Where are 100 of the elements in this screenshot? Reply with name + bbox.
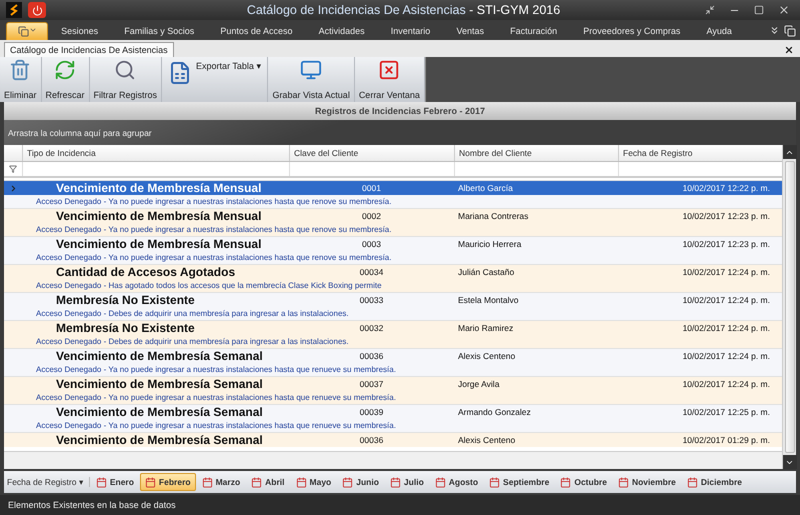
month-tab[interactable]: Mayo [290,473,336,491]
scroll-down-button[interactable] [782,455,796,469]
table-row[interactable]: Vencimiento de Membresía Semanal 00036 Alexis Centeno 10/02/2017 01:29 p. m. [4,432,782,447]
table-cell-text: 10/02/2017 12:24 p. m. [682,295,771,305]
row-description: Acceso Denegado - Ya no puede ingresar a nuestras instalaciones hasta que renueve su membresía. [35,420,397,432]
column-header[interactable]: Nombre del Cliente [454,145,618,161]
table-cell-text: Alberto García [457,183,514,193]
trash-icon [9,59,32,81]
table-cell-text: 0002 [361,211,382,221]
month-tab[interactable]: Agosto [430,473,484,491]
menu-item[interactable]: Puntos de Acceso [220,26,292,40]
table-cell-text: 00033 [358,295,384,305]
calendar-icon [434,476,446,488]
horizontal-scrollbar[interactable] [4,451,782,469]
calendar-icon [560,476,572,488]
table-row[interactable]: Membresía No Existente 00032 Mario Ramirez 10/02/2017 12:24 p. m. [4,320,782,335]
column-header[interactable]: Tipo de Incidencia [22,145,289,161]
app-menu-button[interactable] [6,22,48,40]
table-row[interactable]: Vencimiento de Membresía Mensual 0003 Mauricio Herrera 10/02/2017 12:23 p. m. [4,236,782,251]
menu-item[interactable]: Familias y Socios [124,26,194,40]
month-tab[interactable]: Octubre [555,473,612,491]
month-tab[interactable]: Enero [90,473,139,491]
month-tab[interactable]: Abril [246,473,290,491]
table-cell-text: Alexis Centeno [457,351,516,361]
app-logo-icon [6,2,22,18]
field-dropdown[interactable]: Fecha de Registro ▾ [7,477,90,487]
calendar-icon [390,476,401,488]
menu-item[interactable]: Facturación [510,26,558,40]
column-header[interactable]: Clave del Cliente [289,145,454,161]
table-cell-text: Vencimiento de Membresía Semanal [55,433,264,447]
menu-item[interactable]: Proveedores y Compras [583,26,680,40]
table-cell-text: Cantidad de Accesos Agotados [55,265,236,279]
menu-item[interactable]: Inventario [390,26,430,40]
table-cell-text: 0003 [361,239,382,249]
table-cell-text: Vencimiento de Membresía Mensual [55,237,262,251]
power-button[interactable] [28,2,46,18]
table-cell-text: Estela Montalvo [457,295,520,305]
table-cell-text: Vencimiento de Membresía Semanal [55,405,264,419]
row-description: Acceso Denegado - Ya no puede ingresar a nuestras instalaciones hasta que renove su membresía. [35,196,392,208]
scrollbar-thumb[interactable] [784,161,794,453]
table-row[interactable]: Vencimiento de Membresía Mensual 0001 Alberto García 10/02/2017 12:22 p. m. [4,180,782,195]
calendar-icon [202,476,213,488]
table-row[interactable]: Cantidad de Accesos Agotados 00034 Julián Castaño 10/02/2017 12:24 p. m. [4,264,782,279]
menu-item[interactable]: Actividades [318,26,365,40]
table-cell-text: 00036 [358,435,384,445]
row-description: Acceso Denegado - Ya no puede ingresar a nuestras instalaciones hasta que renove su membresía. [35,224,392,236]
calendar-icon [618,476,629,488]
month-tab[interactable]: Septiembre [484,473,554,491]
month-tab[interactable]: Diciembre [682,473,747,491]
magnifier-icon [114,59,136,81]
table-row[interactable]: Membresía No Existente 00033 Estela Montalvo 10/02/2017 12:24 p. m. [4,292,782,307]
month-tab[interactable]: Noviembre [612,473,681,491]
row-description: Acceso Denegado - Ya no puede ingresar a nuestras instalaciones hasta que renove su membresía. [35,252,392,264]
table-cell-text: Vencimiento de Membresía Semanal [55,377,264,391]
table-cell-text: Vencimiento de Membresía Mensual [55,209,262,223]
group-panel-hint: Arrastra la columna aquí para agrupar [4,120,796,145]
table-row[interactable]: Vencimiento de Membresía Semanal 00036 Alexis Centeno 10/02/2017 12:24 p. m. [4,348,782,363]
close-window-icon [378,59,400,81]
month-tab[interactable]: Marzo [196,473,246,491]
table-cell-text: 10/02/2017 12:24 p. m. [682,323,771,333]
scroll-up-button[interactable] [782,145,796,159]
windows-icon[interactable] [784,25,796,37]
calendar-icon [686,476,698,488]
monitor-icon [300,59,322,81]
table-cell-text: Membresía No Existente [55,321,196,335]
menu-item[interactable]: Ayuda [706,26,732,40]
table-cell-text: Jorge Avila [457,379,500,389]
table-cell-text: Mariana Contreras [457,211,530,221]
calendar-icon [489,476,500,488]
table-cell-text: Alexis Centeno [457,435,516,445]
row-description: Acceso Denegado - Debes de adquirir una membresía para ingresar a las instalaciones. [35,336,350,348]
table-cell-text: 00036 [358,351,384,361]
table-cell-text: 10/02/2017 12:24 p. m. [682,379,771,389]
menu-item[interactable]: Sesiones [61,26,98,40]
row-description: Acceso Denegado - Ya no puede ingresar a nuestras instalaciones hasta que renueve su membresía. [35,392,397,404]
table-cell-text: Armando Gonzalez [457,407,532,417]
month-tab[interactable]: Febrero [140,473,196,491]
row-description: Acceso Denegado - Ya no puede ingresar a nuestras instalaciones hasta que renueve su membresía. [35,364,397,376]
table-row[interactable]: Vencimiento de Membresía Mensual 0002 Mariana Contreras 10/02/2017 12:23 p. m. [4,208,782,223]
table-cell-text: 00037 [358,379,384,389]
window-title: Catálogo de Incidencias De Asistencias - STI-GYM 2016 [246,3,562,17]
calendar-icon [342,476,354,488]
table-cell-text: 00034 [358,267,384,277]
month-tab[interactable]: Junio [337,473,384,491]
table-row[interactable]: Vencimiento de Membresía Semanal 00037 Jorge Avila 10/02/2017 12:24 p. m. [4,376,782,391]
row-description: Acceso Denegado - Debes de adquirir una membresía para ingresar a las instalaciones. [35,308,350,320]
document-tab[interactable]: Catálogo de Incidencias De Asistencias [4,42,174,57]
table-cell-text: 10/02/2017 12:23 p. m. [682,211,771,221]
calendar-icon [96,476,107,488]
status-bar: Elementos Existentes en la base de datos [0,495,800,515]
grid-title: Registros de Incidencias Febrero - 2017 [4,102,796,120]
refresh-icon [54,59,76,81]
table-row[interactable]: Vencimiento de Membresía Semanal 00039 Armando Gonzalez 10/02/2017 12:25 p. m. [4,404,782,419]
table-cell-text: 10/02/2017 01:29 p. m. [682,435,771,445]
table-cell-text: 10/02/2017 12:24 p. m. [682,351,771,361]
table-cell-text: 00039 [358,407,384,417]
table-cell-text: Vencimiento de Membresía Semanal [55,349,264,363]
month-tab[interactable]: Julio [384,473,429,491]
menu-item[interactable]: Ventas [456,26,484,40]
table-cell-text: 10/02/2017 12:22 p. m. [682,183,771,193]
